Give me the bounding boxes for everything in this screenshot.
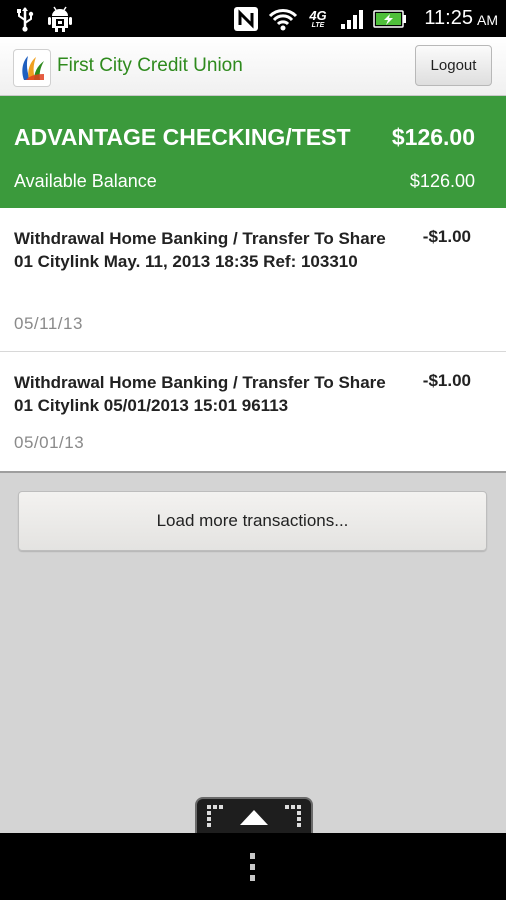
battery-charging-icon [372, 0, 408, 37]
clock-ampm: AM [477, 12, 498, 28]
nfc-icon [231, 0, 261, 37]
network-label: 4G [309, 7, 327, 23]
system-nav-bar [0, 833, 506, 900]
transaction-date: 05/11/13 [14, 314, 83, 333]
android-debug-icon [46, 0, 74, 37]
transaction-date: 05/01/13 [14, 433, 85, 452]
overflow-menu-icon[interactable] [250, 853, 256, 883]
usb-icon [12, 0, 38, 37]
transaction-amount: -$1.00 [422, 371, 471, 390]
transaction-row[interactable]: Withdrawal Home Banking / Transfer To Sh… [0, 208, 506, 352]
network-sublabel: LTE [311, 21, 325, 29]
transaction-description: Withdrawal Home Banking / Transfer To Sh… [14, 373, 386, 415]
status-bar: 4G LTE 11:25 AM [0, 0, 506, 37]
available-balance-value: $126.00 [409, 171, 475, 191]
available-balance-label: Available Balance [14, 171, 157, 191]
expand-up-icon [207, 805, 301, 827]
account-balance: $126.00 [391, 124, 475, 150]
transaction-amount: -$1.00 [422, 227, 471, 246]
load-more-transactions-button[interactable]: Load more transactions... [18, 491, 487, 551]
4g-lte-icon: 4G LTE [304, 0, 332, 37]
account-summary: ADVANTAGE CHECKING/TEST $126.00 Availabl… [0, 96, 506, 208]
account-name: ADVANTAGE CHECKING/TEST [14, 124, 351, 150]
app-title: First City Credit Union [57, 55, 243, 76]
transaction-list: Withdrawal Home Banking / Transfer To Sh… [0, 208, 506, 473]
transaction-description: Withdrawal Home Banking / Transfer To Sh… [14, 229, 386, 271]
wifi-icon [267, 0, 299, 37]
credit-union-logo-icon [14, 50, 50, 86]
expand-handle[interactable] [195, 797, 313, 835]
clock-time: 11:25 [424, 7, 473, 29]
app-header: First City Credit Union Logout [0, 37, 506, 96]
clock: 11:25 AM [424, 0, 498, 37]
signal-icon [338, 0, 366, 37]
logout-button[interactable]: Logout [415, 45, 492, 86]
transaction-row[interactable]: Withdrawal Home Banking / Transfer To Sh… [0, 352, 506, 471]
